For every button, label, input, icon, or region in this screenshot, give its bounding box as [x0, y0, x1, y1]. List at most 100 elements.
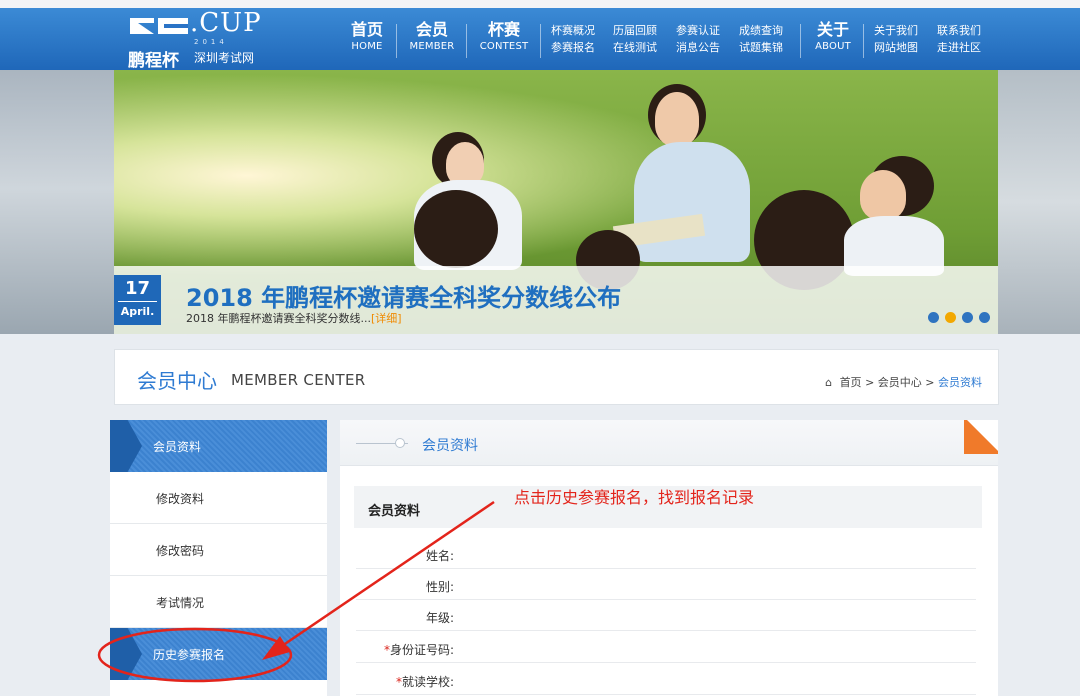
news-date-badge: 17 April. — [114, 275, 161, 325]
sidebar-item-history-registration[interactable]: 历史参赛报名 — [110, 628, 327, 680]
news-summary-text: 2018 年鹏程杯邀请赛全科奖分数线... — [186, 312, 371, 325]
nav-link-community[interactable]: 走进社区 — [934, 39, 984, 56]
sidebar-item-label: 修改资料 — [156, 492, 205, 506]
nav-member-label: 会员 — [415, 20, 448, 39]
nav-link-contest-overview[interactable]: 杯赛概况 — [548, 22, 598, 39]
nav-home[interactable]: 首页 HOME — [348, 20, 386, 60]
sidebar-item-edit-profile[interactable]: 修改资料 — [110, 472, 327, 524]
nav-about-label-en: ABOUT — [815, 41, 851, 52]
field-label-gender: 性别: — [425, 580, 454, 594]
logo-mark-icon — [130, 18, 188, 34]
sidebar-item-exam-status[interactable]: 考试情况 — [110, 576, 327, 628]
nav-link-online-test[interactable]: 在线测试 — [610, 39, 660, 56]
page-fold-icon — [964, 420, 998, 454]
nav-sub-col-5: 关于我们 网站地图 — [871, 22, 921, 62]
nav-link-score-query[interactable]: 成绩查询 — [736, 22, 786, 39]
section-title: 会员资料 — [368, 504, 421, 519]
field-label-name: 姓名: — [425, 549, 454, 563]
photo-figure — [414, 190, 498, 268]
field-label-school: *就读学校: — [396, 673, 454, 690]
nav-contest[interactable]: 杯赛 CONTEST — [476, 20, 532, 60]
nav-divider — [396, 24, 397, 58]
banner-side-left — [0, 70, 114, 334]
member-center-header: 会员中心 MEMBER CENTER ⌂ 首页 > 会员中心 > 会员资料 — [114, 349, 999, 405]
nav-sub-col-4: 成绩查询 试题集锦 — [736, 22, 786, 62]
slider-dot-active[interactable] — [945, 312, 956, 323]
site-logo[interactable]: .CUP 2014 鹏程杯 深圳考试网 — [128, 8, 268, 71]
sidebar-item-label: 历史参赛报名 — [153, 648, 226, 662]
profile-panel: 会员资料 会员资料 姓名: 性别: 年级: *身份证号码: *就读学校: — [340, 420, 998, 696]
logo-brand-text: .CUP — [190, 8, 262, 38]
annotation-text: 点击历史参赛报名，找到报名记录 — [514, 488, 755, 507]
news-date-month: April. — [120, 305, 155, 318]
form-row-school: *就读学校: — [356, 664, 976, 695]
news-more-link[interactable]: [详细] — [371, 312, 402, 325]
nav-link-certification[interactable]: 参赛认证 — [673, 22, 723, 39]
panel-header: 会员资料 — [340, 420, 998, 466]
nav-member-label-en: MEMBER — [409, 41, 455, 52]
photo-figure — [655, 92, 699, 146]
sidebar-item-change-password[interactable]: 修改密码 — [110, 524, 327, 576]
page-title-en: MEMBER CENTER — [231, 371, 366, 389]
breadcrumb-home[interactable]: 首页 — [840, 376, 862, 389]
breadcrumb-sep: > — [925, 376, 935, 389]
nav-sub-col-1: 杯赛概况 参赛报名 — [548, 22, 598, 62]
nav-home-label: 首页 — [350, 20, 383, 39]
nav-about-label: 关于 — [816, 20, 849, 39]
nav-sub-col-3: 参赛认证 消息公告 — [673, 22, 723, 62]
nav-sub-col-2: 历届回顾 在线测试 — [610, 22, 660, 62]
field-label-text: 就读学校: — [401, 675, 454, 689]
panel-header-circle-icon — [395, 438, 405, 448]
sidebar-item-label: 考试情况 — [156, 596, 205, 610]
banner-side-right — [998, 70, 1080, 334]
hero-banner[interactable]: 17 April. 2018 年鹏程杯邀请赛全科奖分数线公布 2018 年鹏程杯… — [0, 70, 1080, 334]
nav-home-label-en: HOME — [351, 41, 383, 52]
nav-link-review[interactable]: 历届回顾 — [610, 22, 660, 39]
nav-contest-label-en: CONTEST — [479, 41, 529, 52]
nav-link-sitemap[interactable]: 网站地图 — [871, 39, 921, 56]
breadcrumb-current: 会员资料 — [938, 376, 982, 389]
slider-dots — [928, 308, 996, 323]
field-label-grade: 年级: — [425, 611, 454, 625]
nav-link-exam-collection[interactable]: 试题集锦 — [736, 39, 786, 56]
form-row-name: 姓名: — [356, 538, 976, 569]
sidebar-item-member-profile[interactable]: 会员资料 — [110, 420, 327, 472]
breadcrumb: ⌂ 首页 > 会员中心 > 会员资料 — [825, 374, 982, 390]
news-date-day: 17 — [118, 277, 157, 302]
nav-link-about-us[interactable]: 关于我们 — [871, 22, 921, 39]
nav-link-registration[interactable]: 参赛报名 — [548, 39, 598, 56]
logo-subtitle: 深圳考试网 — [194, 51, 255, 65]
breadcrumb-sep: > — [865, 376, 875, 389]
field-label-id-number: *身份证号码: — [384, 641, 454, 658]
home-icon: ⌂ — [825, 376, 833, 389]
breadcrumb-member-center[interactable]: 会员中心 — [878, 376, 922, 389]
slider-dot[interactable] — [962, 312, 973, 323]
nav-sub-col-6: 联系我们 走进社区 — [934, 22, 984, 62]
sidebar-item-label: 修改密码 — [156, 544, 205, 558]
nav-contest-label: 杯赛 — [487, 20, 520, 39]
form-row-id-number: *身份证号码: — [356, 632, 976, 663]
panel-title: 会员资料 — [422, 438, 478, 454]
photo-figure — [860, 170, 906, 220]
member-sidebar: 会员资料 修改资料 修改密码 考试情况 历史参赛报名 — [110, 420, 327, 696]
form-row-gender: 性别: — [356, 569, 976, 600]
logo-name: 鹏程杯 — [128, 51, 179, 71]
slider-dot[interactable] — [928, 312, 939, 323]
news-headline[interactable]: 2018 年鹏程杯邀请赛全科奖分数线公布 — [186, 278, 621, 313]
photo-figure — [634, 142, 750, 262]
page-title: 会员中心 — [137, 369, 217, 393]
sidebar-item-label: 会员资料 — [153, 440, 202, 454]
nav-divider — [466, 24, 467, 58]
nav-divider — [540, 24, 541, 58]
site-header: .CUP 2014 鹏程杯 深圳考试网 首页 HOME 会员 MEMBER 杯赛… — [0, 0, 1080, 71]
nav-about[interactable]: 关于 ABOUT — [811, 20, 855, 60]
form-row-grade: 年级: — [356, 600, 976, 631]
field-label-text: 身份证号码: — [389, 643, 454, 657]
sidebar-flag-icon — [110, 628, 142, 680]
nav-member[interactable]: 会员 MEMBER — [405, 20, 459, 60]
nav-link-contact[interactable]: 联系我们 — [934, 22, 984, 39]
nav-link-announcements[interactable]: 消息公告 — [673, 39, 723, 56]
sidebar-flag-icon — [110, 420, 142, 472]
logo-year: 2014 — [194, 38, 228, 46]
slider-dot[interactable] — [979, 312, 990, 323]
